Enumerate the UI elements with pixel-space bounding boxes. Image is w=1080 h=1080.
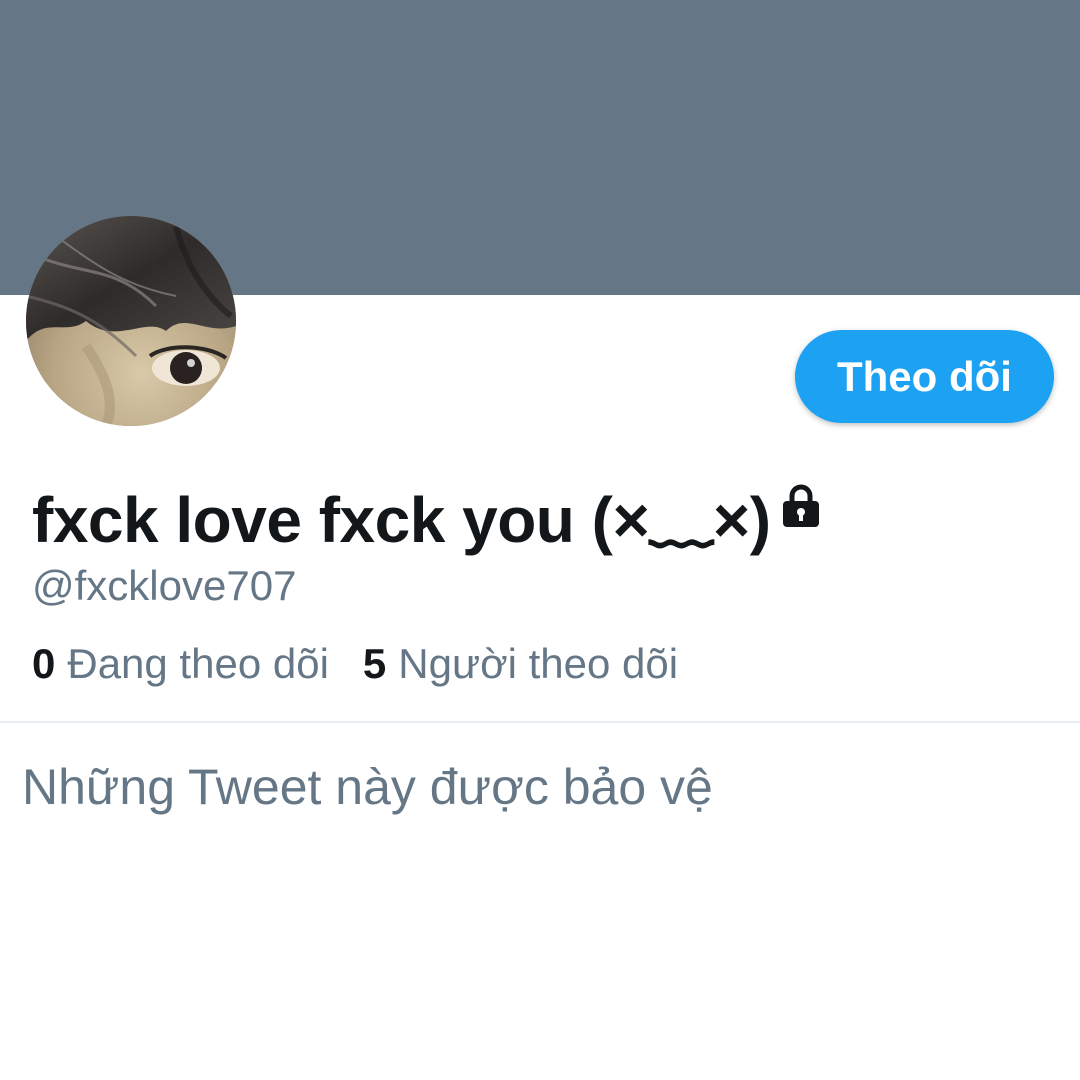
- following-stat[interactable]: 0 Đang theo dõi: [32, 640, 329, 688]
- display-name-row: fxck love fxck you (×﹏×): [32, 470, 821, 560]
- lock-icon: [781, 484, 821, 533]
- display-name: fxck love fxck you (×﹏×): [32, 484, 771, 556]
- followers-count: 5: [362, 640, 387, 687]
- followers-stat[interactable]: 5 Người theo dõi: [363, 640, 678, 688]
- avatar[interactable]: [26, 216, 236, 426]
- profile-handle: @fxcklove707: [32, 562, 297, 609]
- profile-stats: 0 Đang theo dõi 5 Người theo dõi: [32, 640, 678, 688]
- divider: [0, 721, 1080, 723]
- following-label: Đang theo dõi: [67, 640, 329, 687]
- protected-tweets-message: Những Tweet này được bảo vệ: [22, 759, 713, 815]
- follow-button[interactable]: Theo dõi: [795, 330, 1054, 423]
- avatar-photo: [26, 216, 236, 426]
- following-count: 0: [32, 640, 56, 687]
- followers-label: Người theo dõi: [398, 640, 679, 687]
- profile-page: Theo dõi fxck love fxck you (×﹏×) @fxckl…: [0, 0, 1080, 1080]
